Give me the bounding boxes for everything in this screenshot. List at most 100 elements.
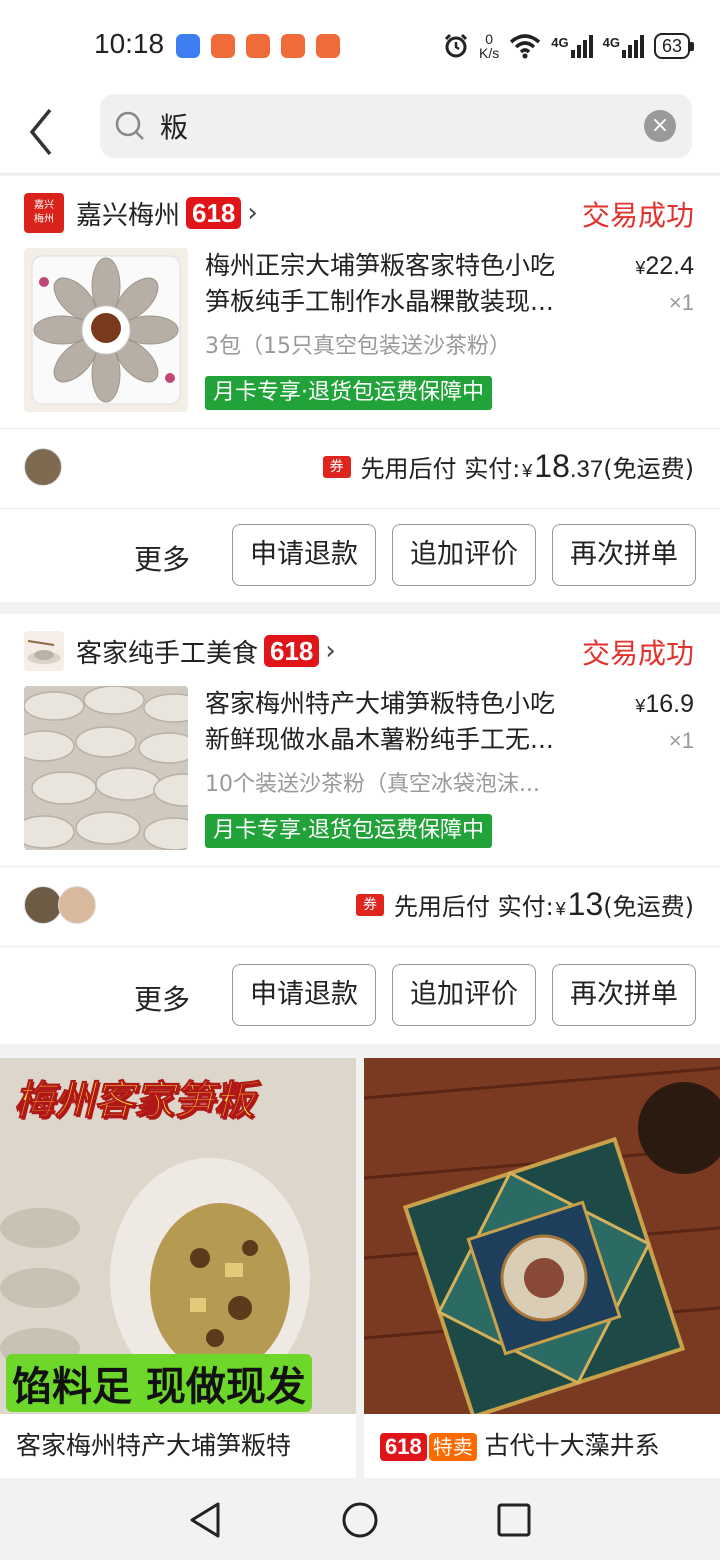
net-speed-value: 0 bbox=[485, 31, 494, 47]
product-title[interactable]: 梅州正宗大埔笋粄客家特色小吃 笋板纯手工制作水晶粿散装现... bbox=[205, 248, 605, 320]
order-actions: 更多 申请退款 追加评价 再次拼单 bbox=[0, 524, 720, 586]
battery-icon: 63 bbox=[653, 33, 695, 59]
banner-top-text: 梅州客家笋粄 bbox=[14, 1078, 255, 1125]
paid-amount-int: 18 bbox=[534, 448, 570, 484]
signal-4g-icon: 4G bbox=[551, 34, 593, 58]
product-title-line: 新鲜现做水晶木薯粉纯手工无... bbox=[205, 725, 554, 754]
system-nav-bar bbox=[0, 1478, 720, 1560]
recommendation-image bbox=[364, 1058, 720, 1414]
recommendation-image: 梅州客家笋粄 馅料足 现做现发 bbox=[0, 1058, 356, 1414]
currency-symbol: ¥ bbox=[555, 899, 566, 919]
promo-618-badge: 618 bbox=[380, 1433, 427, 1461]
status-right: 0 K/s 4G 4G 63 bbox=[443, 28, 695, 64]
net-speed: 0 K/s bbox=[479, 32, 499, 60]
avatar bbox=[58, 886, 96, 924]
avatar bbox=[24, 886, 62, 924]
divider bbox=[0, 946, 720, 947]
product-title-line: 笋板纯手工制作水晶粿散装现... bbox=[205, 287, 554, 316]
promo-tag: 月卡专享·退货包运费保障中 bbox=[205, 376, 492, 410]
shipping-note: (免运费) bbox=[603, 455, 694, 483]
shop-logo-text: 嘉兴梅州 bbox=[34, 200, 54, 225]
pdd-notification-icon bbox=[316, 34, 340, 58]
order-actions: 更多 申请退款 追加评价 再次拼单 bbox=[0, 964, 720, 1026]
clear-icon[interactable]: × bbox=[644, 110, 676, 142]
banner-bottom-text: 馅料足 现做现发 bbox=[6, 1354, 312, 1412]
product-price: ¥16.9 bbox=[635, 690, 694, 719]
clock-app-icon bbox=[176, 34, 200, 58]
shop-row[interactable]: 嘉兴梅州 嘉兴梅州 618 › bbox=[24, 192, 258, 234]
reorder-button[interactable]: 再次拼单 bbox=[552, 964, 696, 1026]
product-spec: 3包（15只真空包装送沙茶粉） bbox=[205, 334, 511, 359]
order-status: 交易成功 bbox=[581, 199, 694, 232]
signal-4g-icon: 4G bbox=[603, 34, 644, 58]
search-header: × bbox=[0, 90, 720, 174]
pdd-notification-icon bbox=[281, 34, 305, 58]
shop-name[interactable]: 客家纯手工美食 bbox=[76, 633, 258, 670]
app-notification-icon bbox=[211, 34, 235, 58]
coupon-icon: 券 bbox=[355, 893, 384, 916]
divider bbox=[0, 508, 720, 509]
shop-name[interactable]: 嘉兴梅州 bbox=[76, 195, 180, 232]
recommendation-title: 618 特卖 古代十大藻井系 bbox=[380, 1426, 710, 1462]
paid-amount-dec: .37 bbox=[569, 456, 604, 483]
product-thumbnail[interactable] bbox=[24, 686, 188, 850]
special-sale-badge: 特卖 bbox=[428, 1433, 477, 1461]
pay-label: 先用后付 实付: bbox=[393, 893, 554, 921]
more-button[interactable]: 更多 bbox=[134, 538, 190, 578]
nav-recents-icon[interactable] bbox=[494, 1500, 534, 1540]
divider bbox=[0, 428, 720, 429]
pay-label: 先用后付 实付: bbox=[360, 455, 521, 483]
recommendation-card[interactable]: 618 特卖 古代十大藻井系 bbox=[364, 1058, 720, 1478]
nav-home-icon[interactable] bbox=[340, 1500, 380, 1540]
paid-amount: ¥18.37 bbox=[520, 448, 603, 485]
currency-symbol: ¥ bbox=[635, 696, 646, 716]
recommendation-title: 客家梅州特产大埔笋粄特 bbox=[16, 1431, 292, 1460]
recommendation-title-text: 古代十大藻井系 bbox=[484, 1431, 660, 1460]
paid-amount-int: 13 bbox=[567, 886, 604, 922]
refund-button[interactable]: 申请退款 bbox=[232, 524, 376, 586]
reorder-button[interactable]: 再次拼单 bbox=[552, 524, 696, 586]
status-time: 10:18 bbox=[94, 28, 165, 59]
product-title-line: 客家梅州特产大埔笋粄特色小吃 bbox=[205, 689, 556, 718]
chevron-right-icon: › bbox=[247, 198, 258, 228]
search-input[interactable] bbox=[160, 104, 620, 148]
product-quantity: ×1 bbox=[668, 290, 694, 315]
coupon-icon: 券 bbox=[322, 455, 351, 478]
pdd-notification-icon bbox=[246, 34, 270, 58]
shipping-note: (免运费) bbox=[603, 893, 694, 921]
divider bbox=[0, 866, 720, 867]
promo-tag: 月卡专享·退货包运费保障中 bbox=[205, 814, 492, 848]
order-search-page: 10:18 0K/s 4G 4G 63 × 嘉兴梅州 嘉兴梅州 618 › bbox=[0, 0, 720, 1560]
order-card[interactable]: 客家纯手工美食 618 › 交易成功 客家梅州特产大埔笋粄特色小吃 新鲜现做水晶… bbox=[0, 614, 720, 1044]
wifi-icon bbox=[510, 34, 541, 59]
search-icon bbox=[115, 111, 144, 140]
dumpling-plate-image bbox=[31, 255, 181, 405]
promo-618-badge: 618 bbox=[264, 635, 320, 667]
product-price: ¥22.4 bbox=[635, 252, 694, 281]
recommendation-card[interactable]: 梅州客家笋粄 馅料足 现做现发 客家梅州特产大埔笋粄特 bbox=[0, 1058, 356, 1478]
add-review-button[interactable]: 追加评价 bbox=[392, 964, 536, 1026]
shop-row[interactable]: 客家纯手工美食 618 › bbox=[24, 630, 336, 672]
shop-logo-image bbox=[27, 640, 61, 664]
chevron-right-icon: › bbox=[325, 636, 336, 666]
product-title-line: 梅州正宗大埔笋粄客家特色小吃 bbox=[205, 251, 556, 280]
add-review-button[interactable]: 追加评价 bbox=[392, 524, 536, 586]
order-card[interactable]: 嘉兴梅州 嘉兴梅州 618 › 交易成功 梅州正宗大埔笋粄客家特色小吃 笋板纯手… bbox=[0, 176, 720, 602]
product-thumbnail[interactable] bbox=[24, 248, 188, 412]
back-arrow-icon[interactable] bbox=[22, 100, 66, 160]
shop-logo bbox=[24, 631, 64, 671]
product-title[interactable]: 客家梅州特产大埔笋粄特色小吃 新鲜现做水晶木薯粉纯手工无... bbox=[205, 686, 605, 758]
currency-symbol: ¥ bbox=[522, 461, 533, 481]
more-button[interactable]: 更多 bbox=[134, 978, 190, 1018]
alarm-icon bbox=[444, 33, 468, 58]
currency-symbol: ¥ bbox=[635, 258, 646, 278]
search-box[interactable]: × bbox=[100, 94, 692, 158]
order-status: 交易成功 bbox=[581, 637, 694, 670]
refund-button[interactable]: 申请退款 bbox=[232, 964, 376, 1026]
shop-logo: 嘉兴梅州 bbox=[24, 193, 64, 233]
nav-back-icon[interactable] bbox=[186, 1500, 226, 1540]
net-speed-unit: K/s bbox=[479, 45, 500, 61]
product-spec: 10个装送沙茶粉（真空冰袋泡沫... bbox=[205, 772, 540, 797]
payment-summary: 券 先用后付 实付: ¥13 (免运费) bbox=[355, 886, 694, 923]
price-value: 16.9 bbox=[645, 690, 694, 718]
